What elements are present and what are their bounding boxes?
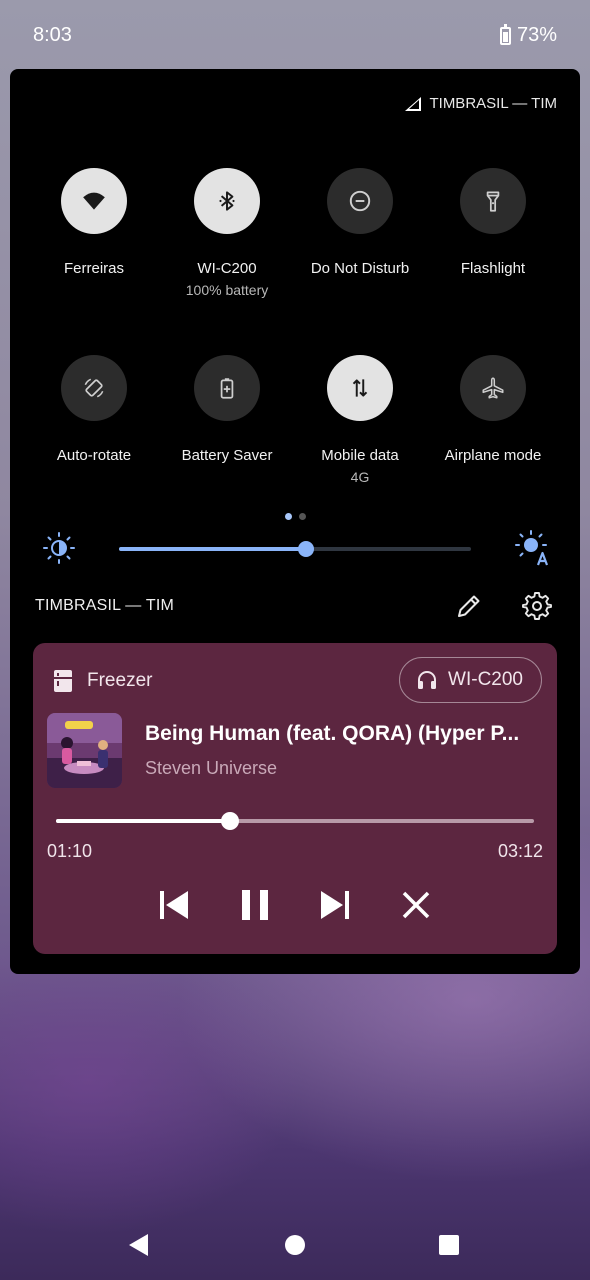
back-icon[interactable] xyxy=(126,1232,152,1258)
brightness-low-icon xyxy=(43,532,75,564)
media-app-header: Freezer xyxy=(53,669,152,693)
tile-flashlight-label: Flashlight xyxy=(460,260,526,277)
tile-mobile-data-label: Mobile data xyxy=(321,447,399,464)
page-indicator xyxy=(285,513,306,520)
tile-dnd-toggle[interactable] xyxy=(327,168,393,234)
tile-dnd-label: Do Not Disturb xyxy=(310,260,410,277)
tile-flashlight-toggle[interactable] xyxy=(460,168,526,234)
status-battery: 73% xyxy=(499,23,557,47)
tile-wifi-label: Ferreiras xyxy=(63,260,124,277)
navigation-bar xyxy=(0,1210,590,1280)
home-icon[interactable] xyxy=(282,1232,308,1258)
battery-percent: 73% xyxy=(516,24,557,46)
media-controls xyxy=(33,883,557,927)
brightness-control xyxy=(40,529,550,569)
carrier-footer: TIMBRASIL — TIM xyxy=(35,591,555,621)
tile-bluetooth-toggle[interactable] xyxy=(194,168,260,234)
pause-icon[interactable] xyxy=(237,887,273,923)
brightness-auto-icon[interactable] xyxy=(514,529,552,567)
mobile-data-icon xyxy=(352,379,368,397)
media-seek-fill xyxy=(56,819,231,823)
brightness-slider-fill xyxy=(119,547,306,551)
bluetooth-icon xyxy=(219,191,235,211)
tile-airplane-toggle[interactable] xyxy=(460,355,526,421)
tile-airplane-label: Airplane mode xyxy=(444,447,542,464)
status-bar: 8:03 73% xyxy=(0,0,590,70)
tile-do-not-disturb[interactable]: Do Not Disturb xyxy=(285,168,435,277)
signal-icon xyxy=(405,96,422,111)
rotate-icon xyxy=(84,378,104,398)
total-time: 03:12 xyxy=(497,841,543,861)
tile-mobile-data[interactable]: Mobile data 4G xyxy=(285,355,435,485)
page-dot-1[interactable] xyxy=(285,513,292,520)
carrier-footer-label: TIMBRASIL — TIM xyxy=(35,597,175,614)
carrier-header: TIMBRASIL — TIM xyxy=(404,95,557,112)
recents-icon[interactable] xyxy=(436,1232,462,1258)
quick-settings-panel: TIMBRASIL — TIM Ferreiras WI-C200 100% b… xyxy=(10,69,580,974)
tile-battery-saver-toggle[interactable] xyxy=(194,355,260,421)
tile-wifi-toggle[interactable] xyxy=(61,168,127,234)
page-dot-2[interactable] xyxy=(299,513,306,520)
output-device-button[interactable]: WI-C200 xyxy=(399,657,542,703)
tile-auto-rotate-label: Auto-rotate xyxy=(56,447,132,464)
status-time: 8:03 xyxy=(33,24,72,46)
tile-battery-saver[interactable]: Battery Saver xyxy=(152,355,302,464)
tile-wifi[interactable]: Ferreiras xyxy=(19,168,169,277)
media-seek-bar[interactable] xyxy=(56,812,534,830)
next-icon[interactable] xyxy=(317,887,353,923)
media-player-card[interactable]: Freezer WI-C200 Being Human (feat. QORA)… xyxy=(33,643,557,954)
tile-bluetooth-label: WI-C200 xyxy=(197,260,257,277)
close-icon[interactable] xyxy=(398,887,434,923)
brightness-slider[interactable] xyxy=(119,541,471,557)
brightness-slider-thumb[interactable] xyxy=(297,541,314,557)
edit-icon[interactable] xyxy=(454,591,484,621)
headphones-icon xyxy=(418,671,437,689)
flashlight-icon xyxy=(486,191,500,212)
tile-flashlight[interactable]: Flashlight xyxy=(418,168,568,277)
media-app-name: Freezer xyxy=(87,670,153,691)
tile-mobile-data-sub: 4G xyxy=(350,469,370,485)
wifi-icon xyxy=(83,192,105,210)
settings-gear-icon[interactable] xyxy=(522,591,552,621)
tile-bluetooth[interactable]: WI-C200 100% battery xyxy=(152,168,302,298)
album-art xyxy=(47,713,122,788)
battery-icon xyxy=(499,23,511,45)
tile-auto-rotate-toggle[interactable] xyxy=(61,355,127,421)
output-device-label: WI-C200 xyxy=(448,669,523,690)
carrier-header-label: TIMBRASIL — TIM xyxy=(429,95,557,112)
media-seek-thumb[interactable] xyxy=(221,812,240,830)
airplane-icon xyxy=(482,377,504,399)
tile-bluetooth-sub: 100% battery xyxy=(185,282,269,298)
track-title: Being Human (feat. QORA) (Hyper P... xyxy=(145,722,520,745)
freezer-app-icon xyxy=(54,670,72,692)
previous-icon[interactable] xyxy=(156,887,192,923)
battery-saver-icon xyxy=(220,378,234,399)
elapsed-time: 01:10 xyxy=(47,841,93,861)
dnd-icon xyxy=(349,190,371,212)
tile-auto-rotate[interactable]: Auto-rotate xyxy=(19,355,169,464)
tile-airplane-mode[interactable]: Airplane mode xyxy=(418,355,568,464)
tile-battery-saver-label: Battery Saver xyxy=(181,447,273,464)
track-artist: Steven Universe xyxy=(145,758,278,778)
tile-mobile-data-toggle[interactable] xyxy=(327,355,393,421)
